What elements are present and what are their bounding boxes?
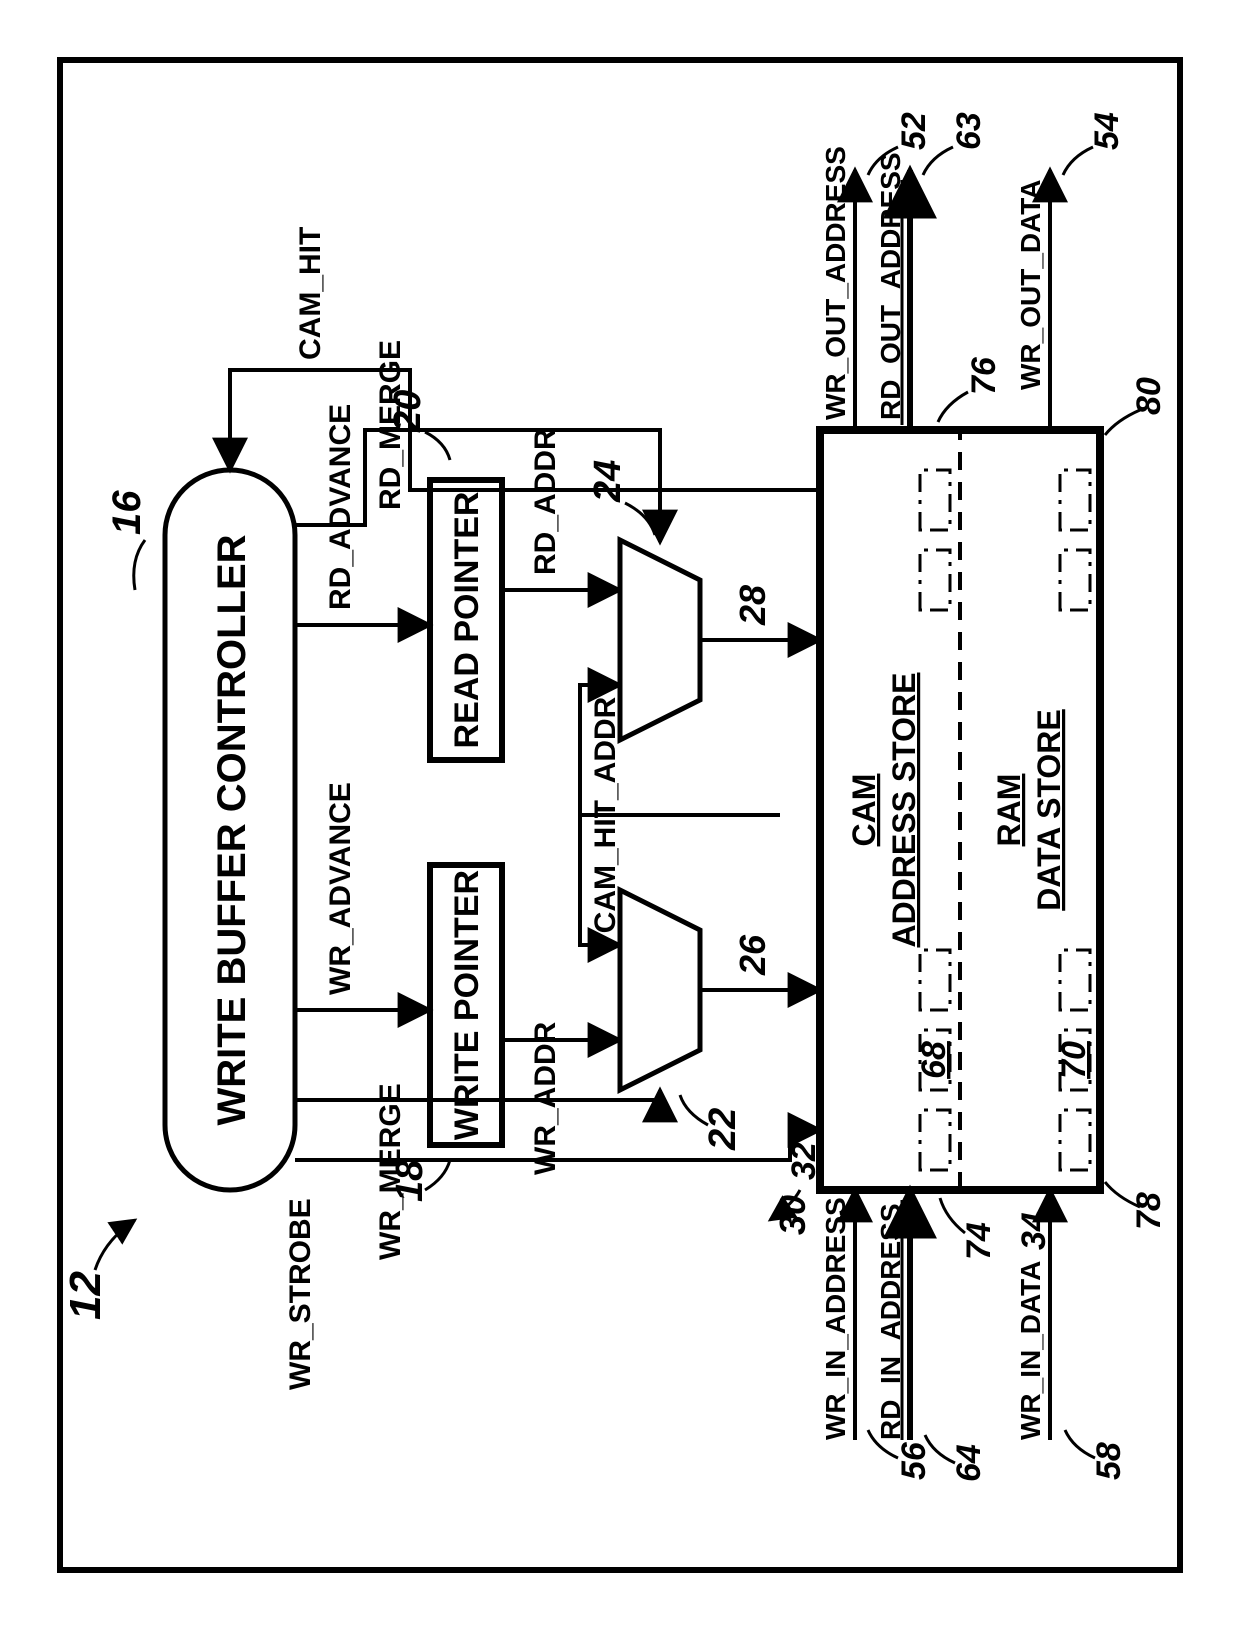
- wr-out-address-label: WR_OUT_ADDRESS: [820, 146, 851, 420]
- wr-out-data-label: WR_OUT_DATA: [1015, 179, 1046, 390]
- ref-main-arrow: [95, 1220, 135, 1270]
- controller-block: WRITE BUFFER CONTROLLER: [165, 470, 295, 1190]
- ref-ram-block: 78: [1130, 1192, 1168, 1230]
- ref-cam-row: 68: [915, 1041, 953, 1079]
- cam-line1: CAM: [846, 774, 882, 847]
- rotated-content: 12 WRITE BUFFER CONTROLLER 16 WRITE POIN…: [61, 112, 1168, 1482]
- ref-rd-out-port: 76: [965, 356, 1003, 395]
- wr-in-data-label: WR_IN_DATA: [1015, 1261, 1046, 1440]
- read-pointer-block: READ POINTER: [430, 480, 502, 760]
- ref-main: 12: [61, 1271, 110, 1320]
- ref-controller: 16: [105, 490, 149, 535]
- controller-label: WRITE BUFFER CONTROLLER: [210, 534, 254, 1125]
- cam-hit-label: CAM_HIT: [294, 227, 327, 360]
- ref-wr-out-data: 54: [1088, 112, 1126, 150]
- read-pointer-label: READ POINTER: [448, 492, 486, 749]
- rd-in-address-label: RD_IN_ADDRESS: [875, 1204, 906, 1441]
- ram-line1: RAM: [991, 774, 1027, 847]
- ref-wr-out-port: 80: [1130, 377, 1168, 415]
- ram-line2: DATA STORE: [1031, 709, 1067, 910]
- ref-mux-read: 24: [587, 460, 629, 503]
- ref-wr-in-data: 58: [1090, 1442, 1128, 1480]
- rd-advance-label: RD_ADVANCE: [324, 404, 357, 610]
- ref-cam-block: 74: [960, 1222, 998, 1260]
- ref-ram-row: 70: [1055, 1041, 1093, 1079]
- ref-wr-out-address: 52: [895, 112, 933, 150]
- ref-rd-out-address: 63: [950, 112, 988, 150]
- wr-in-address-label: WR_IN_ADDRESS: [820, 1197, 851, 1440]
- wr-addr-label: WR_ADDR: [529, 1021, 562, 1175]
- ref-mux-write: 22: [702, 1108, 744, 1151]
- rd-out-address-label: RD_OUT_ADDRESS: [875, 152, 906, 420]
- cam-line2: ADDRESS STORE: [886, 672, 922, 947]
- wr-strobe-label: WR_STROBE: [284, 1198, 317, 1390]
- mux-read: [620, 540, 700, 740]
- diagram-root: 12 WRITE BUFFER CONTROLLER 16 WRITE POIN…: [0, 0, 1240, 1632]
- ref-mux-read-out: 28: [732, 585, 773, 626]
- ref-32: 32: [785, 1142, 823, 1180]
- ref-rd-in-address: 64: [950, 1444, 988, 1482]
- ref-34: 34: [1015, 1212, 1053, 1250]
- wr-advance-label: WR_ADVANCE: [324, 782, 357, 995]
- rd-addr-label: RD_ADDR: [529, 428, 562, 575]
- cam-hit-addr-label: CAM_HIT_ADDR: [589, 696, 622, 933]
- mux-write: [620, 890, 700, 1090]
- ref-write-pointer: 18: [389, 1159, 431, 1202]
- write-pointer-block: WRITE POINTER: [430, 865, 502, 1145]
- storage-block: CAM ADDRESS STORE RAM DATA STORE: [820, 430, 1100, 1190]
- ref-wr-in-address: 56: [895, 1441, 933, 1480]
- ref-mux-write-out: 26: [732, 934, 773, 976]
